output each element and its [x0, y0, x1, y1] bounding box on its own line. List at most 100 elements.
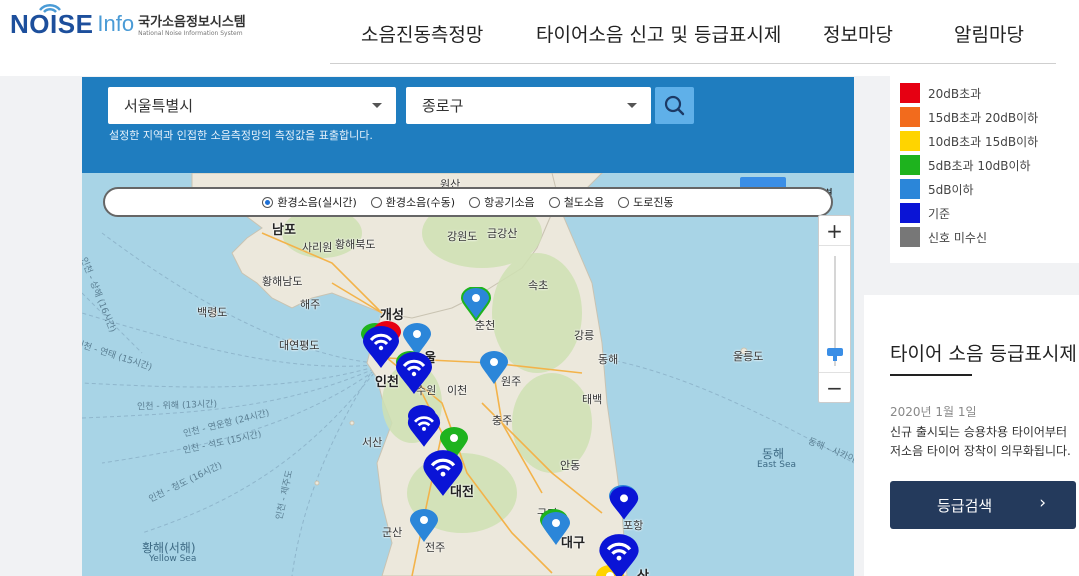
legend-swatch	[900, 179, 920, 199]
radio-label: 도로진동	[633, 196, 674, 209]
map-label-taebaek: 태백	[582, 393, 603, 406]
logo-info-text: Info	[97, 11, 135, 36]
chevron-down-icon	[372, 103, 382, 108]
radio-button-checked[interactable]	[262, 196, 274, 208]
main-nav: 소음진동측정망 타이어소음 신고 및 등급표시제 정보마당 알림마당	[330, 20, 1056, 64]
radio-label: 항공기소음	[484, 196, 535, 209]
legend-label: 신호 미수신	[928, 230, 988, 245]
map-label-hwanghaebukdo: 황해북도	[335, 238, 376, 251]
search-button[interactable]	[655, 87, 694, 124]
grade-search-button[interactable]: 등급검색 ›	[890, 481, 1076, 529]
legend-label: 5dB초과 10dB이하	[928, 158, 1031, 173]
search-panel: 서울특별시 종로구 설정한 지역과 인접한 소음측정망의 측정값을 표출합니다.	[82, 77, 854, 173]
radio-button[interactable]	[548, 196, 560, 208]
wifi-marker-icon[interactable]	[609, 485, 639, 521]
radio-button[interactable]	[469, 196, 481, 208]
map-label-donghae: 동해	[598, 353, 619, 366]
radio-button[interactable]	[618, 196, 630, 208]
legend-swatch	[900, 227, 920, 247]
map-label-icheon: 이천	[447, 384, 468, 397]
noise-legend: 20dB초과 15dB초과 20dB이하 10dB초과 15dB이하 5dB초과…	[890, 76, 1079, 263]
region-select-district-value: 종로구	[422, 97, 464, 115]
radio-road-vibration[interactable]: 도로진동	[618, 194, 674, 210]
logo-kr-main: 국가소음정보시스템	[138, 15, 246, 30]
map-label-nampo: 남포	[272, 223, 296, 238]
site-header: NOISE Info 국가소음정보시스템 National Noise Info…	[0, 0, 1079, 76]
region-select-city-value: 서울특별시	[124, 97, 194, 115]
legend-label: 기준	[928, 206, 951, 221]
logo-kr-sub: National Noise Information System	[138, 30, 243, 37]
wifi-marker-icon[interactable]	[395, 351, 433, 395]
zoom-slider-handle[interactable]	[827, 348, 843, 361]
legend-item: 10dB초과 15dB이하	[900, 131, 1038, 151]
region-select-city[interactable]: 서울특별시	[108, 87, 396, 124]
legend-item: 5dB초과 10dB이하	[900, 155, 1031, 175]
noise-map[interactable]: 원산 남포 사리원 황해북도 강원도 금강산 황해남도 해주 백령도 개성 속초…	[82, 173, 854, 576]
tire-title-divider	[890, 374, 972, 376]
tire-description: 신규 출시되는 승용차용 타이어부터 저소음 타이어 장착이 의무화됩니다.	[890, 425, 1071, 458]
search-note: 설정한 지역과 인접한 소음측정망의 측정값을 표출합니다.	[109, 129, 373, 142]
radio-label: 철도소음	[563, 196, 605, 209]
tire-grade-panel: 타이어 소음 등급표시제 2020년 1월 1일 신규 출시되는 승용차용 타이…	[864, 295, 1079, 576]
zoom-in-button[interactable]: +	[819, 216, 850, 246]
radio-label: 환경소음(실시간)	[277, 196, 357, 209]
logo-wifi-icon	[39, 4, 61, 13]
zoom-out-button[interactable]: −	[819, 372, 850, 402]
map-pin[interactable]	[479, 351, 509, 385]
wifi-marker-icon[interactable]	[598, 533, 640, 576]
wifi-marker-icon[interactable]	[422, 449, 464, 497]
grade-search-label: 등급검색	[937, 497, 993, 515]
radio-railway[interactable]: 철도소음	[548, 194, 605, 210]
legend-swatch	[900, 83, 920, 103]
map-label-andong: 안동	[560, 459, 581, 472]
chevron-right-icon: ›	[1039, 493, 1046, 513]
sea-label-east-sea: East Sea	[757, 460, 797, 470]
legend-label: 15dB초과 20dB이하	[928, 110, 1039, 125]
legend-item: 신호 미수신	[900, 227, 987, 247]
map-label-seosan: 서산	[362, 436, 383, 449]
map-label-gangneung: 강릉	[574, 329, 595, 342]
nav-item-info[interactable]: 정보마당	[823, 20, 893, 47]
wifi-marker-icon[interactable]	[407, 408, 441, 448]
nav-item-noise-network[interactable]: 소음진동측정망	[361, 20, 483, 47]
radio-aircraft[interactable]: 항공기소음	[469, 194, 535, 210]
legend-item: 기준	[900, 203, 950, 223]
legend-label: 20dB초과	[928, 86, 982, 101]
legend-swatch	[900, 131, 920, 151]
region-select-district[interactable]: 종로구	[406, 87, 651, 124]
radio-button[interactable]	[370, 196, 382, 208]
map-label-ulleungdo: 울릉도	[733, 350, 764, 363]
legend-item: 20dB초과	[900, 83, 981, 103]
map-pin[interactable]	[461, 287, 491, 321]
radio-env-manual[interactable]: 환경소음(수동)	[370, 194, 455, 210]
search-icon	[664, 95, 685, 116]
logo-korean: 국가소음정보시스템 National Noise Information Sys…	[138, 15, 246, 38]
radio-env-realtime[interactable]: 환경소음(실시간)	[262, 194, 357, 210]
map-label-chungju: 충주	[492, 414, 513, 427]
nav-item-notice[interactable]: 알림마당	[954, 20, 1024, 47]
map-pin[interactable]	[409, 509, 439, 543]
logo-noise-text: NOISE	[10, 4, 93, 38]
map-label-hwanghaenamdo: 황해남도	[262, 275, 303, 288]
tire-date: 2020년 1월 1일	[890, 405, 977, 419]
map-label-sariwon: 사리원	[302, 241, 333, 254]
legend-item: 5dB이하	[900, 179, 974, 199]
chevron-down-icon	[627, 103, 637, 108]
map-label-gunsan: 군산	[382, 526, 403, 539]
nav-item-tire-noise[interactable]: 타이어소음 신고 및 등급표시제	[536, 20, 781, 47]
site-logo[interactable]: NOISE Info 국가소음정보시스템 National Noise Info…	[10, 4, 246, 38]
legend-swatch	[900, 107, 920, 127]
noise-type-radio-group: 환경소음(실시간) 환경소음(수동) 항공기소음 철도소음 도로진동	[103, 187, 833, 217]
tire-title: 타이어 소음 등급표시제	[890, 343, 1077, 365]
legend-swatch	[900, 203, 920, 223]
legend-swatch	[900, 155, 920, 175]
map-label-gangwondo: 강원도	[447, 230, 478, 243]
route-label-2: 인천 - 위해 (13시간)	[136, 399, 218, 413]
map-label-haeju: 해주	[300, 298, 321, 311]
map-label-daeyeonpyeongdo: 대연평도	[279, 339, 320, 352]
legend-label: 10dB초과 15dB이하	[928, 134, 1039, 149]
sea-label-yellow-sea: Yellow Sea	[149, 554, 197, 564]
map-pin[interactable]	[541, 512, 571, 546]
legend-item: 15dB초과 20dB이하	[900, 107, 1038, 127]
map-label-geumgangsan: 금강산	[487, 227, 518, 240]
